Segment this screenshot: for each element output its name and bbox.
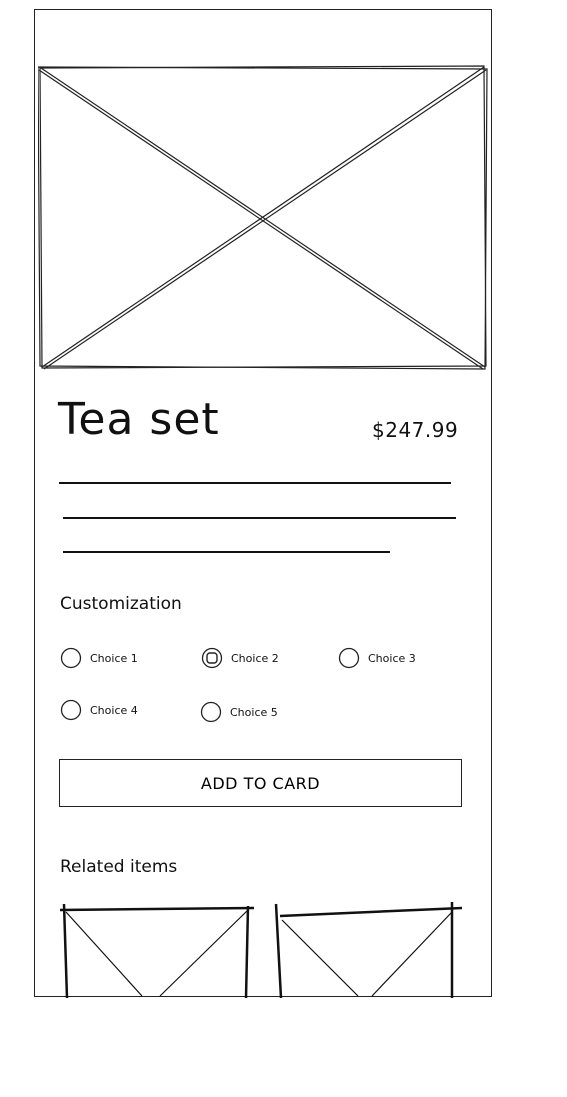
choice-3-radio[interactable]: Choice 3	[338, 647, 416, 669]
product-price: $247.99	[372, 418, 459, 442]
choice-4-radio[interactable]: Choice 4	[60, 699, 138, 721]
related-item-2-image-placeholder[interactable]	[272, 900, 466, 998]
choice-4-label: Choice 4	[90, 703, 138, 717]
radio-unchecked-icon	[60, 699, 82, 721]
choice-5-radio[interactable]: Choice 5	[200, 701, 278, 723]
radio-unchecked-icon	[60, 647, 82, 669]
choice-2-radio[interactable]: Choice 2	[201, 647, 279, 669]
related-item-1-image-placeholder[interactable]	[58, 900, 258, 998]
description-placeholder-lines	[59, 482, 456, 553]
choice-3-label: Choice 3	[368, 651, 416, 665]
choice-5-label: Choice 5	[230, 705, 278, 719]
choice-1-radio[interactable]: Choice 1	[60, 647, 138, 669]
product-title: Tea set	[58, 394, 220, 445]
radio-unchecked-icon	[200, 701, 222, 723]
choice-2-label: Choice 2	[231, 651, 279, 665]
related-items-label: Related items	[60, 857, 178, 877]
choice-1-label: Choice 1	[90, 651, 138, 665]
product-image-placeholder	[38, 65, 488, 370]
customization-label: Customization	[60, 594, 182, 614]
radio-unchecked-icon	[338, 647, 360, 669]
radio-checked-icon	[201, 647, 223, 669]
add-to-cart-button[interactable]: ADD TO CARD	[59, 759, 462, 807]
